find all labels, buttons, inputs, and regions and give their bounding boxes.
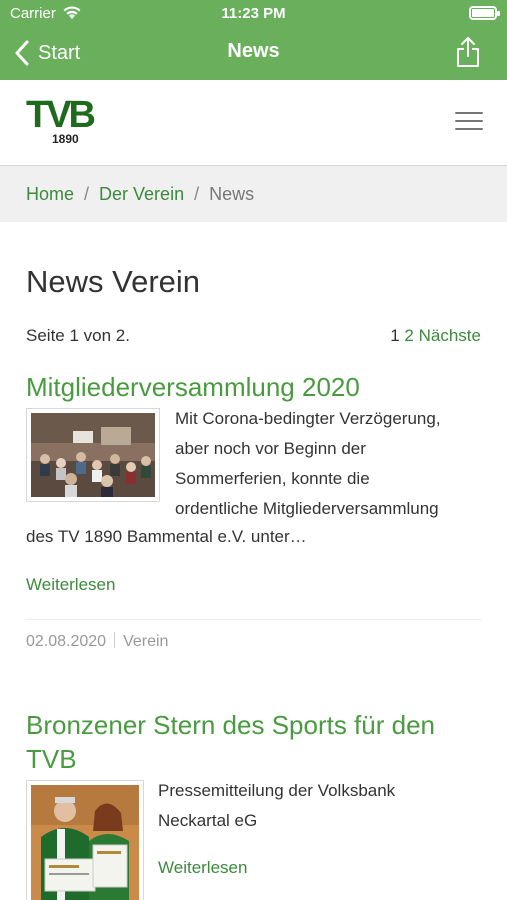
site-header: TVB 1890 <box>0 80 507 166</box>
article-title-line: TVB <box>26 744 77 774</box>
article-excerpt: Pressemitteilung der Volksbank Neckartal… <box>158 776 478 836</box>
breadcrumb-home[interactable]: Home <box>26 184 74 205</box>
nav-title: News <box>227 40 280 62</box>
award-photo-image <box>31 785 139 900</box>
battery-icon <box>469 6 500 20</box>
breadcrumb-der-verein[interactable]: Der Verein <box>99 184 184 205</box>
tvb-logo[interactable]: TVB 1890 <box>26 94 106 148</box>
meta-separator <box>114 632 116 648</box>
status-bar: Carrier 11:23 PM <box>0 0 507 28</box>
article-title[interactable]: Bronzener Stern des Sports für den TVB <box>26 708 435 776</box>
read-more-link[interactable]: Weiterlesen <box>158 858 247 878</box>
read-more-link[interactable]: Weiterlesen <box>26 575 115 595</box>
pagination-info: Seite 1 von 2. <box>26 326 130 345</box>
excerpt-line: Pressemitteilung der Volksbank <box>158 781 396 800</box>
article-meta: 02.08.2020 Verein <box>26 632 168 651</box>
article-excerpt: Mit Corona-bedingter Verzögerung, aber n… <box>175 404 485 524</box>
logo-text: TVB <box>26 94 96 136</box>
share-icon[interactable] <box>455 36 481 68</box>
pagination-current: 1 <box>390 326 400 345</box>
pagination-links: 1 2 Nächste <box>390 326 481 346</box>
pagination-page-2[interactable]: 2 <box>404 326 413 345</box>
excerpt-line: Mit Corona-bedingter Verzögerung, <box>175 409 441 428</box>
breadcrumb-separator: / <box>194 183 200 204</box>
divider <box>26 619 481 620</box>
article-title-line: Bronzener Stern des Sports für den <box>26 710 436 740</box>
excerpt-line: aber noch vor Beginn der <box>175 439 366 458</box>
meeting-photo <box>31 413 155 497</box>
article-date: 02.08.2020 <box>26 633 107 650</box>
article-category[interactable]: Verein <box>123 633 168 650</box>
excerpt-line: ordentliche Mitgliederversammlung <box>175 499 439 518</box>
article-excerpt-tail: des TV 1890 Bammental e.V. unter… <box>26 527 307 546</box>
breadcrumb-separator: / <box>84 183 90 204</box>
meeting-photo-image <box>31 413 155 497</box>
breadcrumb: Home / Der Verein / News <box>0 166 507 222</box>
navigation-bar: Carrier 11:23 PM Start News <box>0 0 507 80</box>
excerpt-line: Neckartal eG <box>158 811 258 830</box>
pagination: Seite 1 von 2. 1 2 Nächste <box>26 326 481 346</box>
excerpt-line: Sommerferien, konnte die <box>175 469 370 488</box>
award-photo <box>31 785 139 900</box>
hamburger-menu-icon[interactable] <box>455 112 483 132</box>
article-thumbnail[interactable] <box>26 408 160 502</box>
status-time: 11:23 PM <box>221 5 286 22</box>
breadcrumb-current: News <box>209 183 255 204</box>
article-thumbnail[interactable] <box>26 780 144 900</box>
logo-year: 1890 <box>52 132 79 146</box>
pagination-next[interactable]: Nächste <box>419 326 481 345</box>
page-title: News Verein <box>26 264 201 299</box>
article-title[interactable]: Mitgliederversammlung 2020 <box>26 370 360 404</box>
